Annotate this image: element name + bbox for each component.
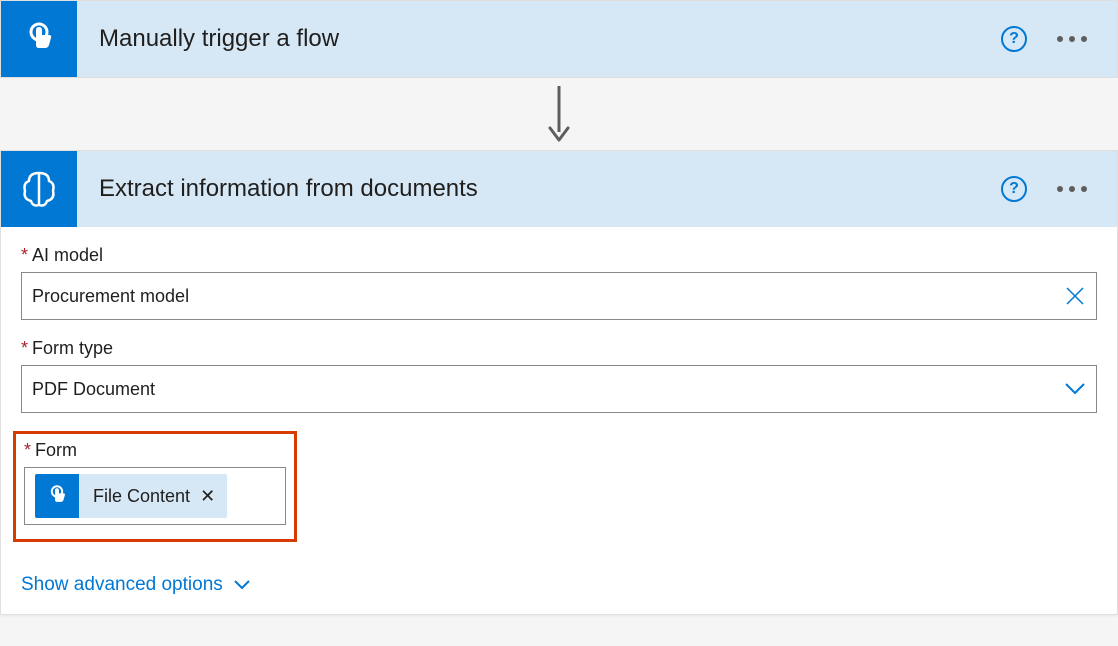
more-menu-icon[interactable]: [1053, 182, 1091, 196]
trigger-card: Manually trigger a flow ?: [0, 0, 1118, 78]
chevron-down-icon[interactable]: [1064, 382, 1086, 396]
ai-model-field: * AI model Procurement model: [21, 245, 1097, 320]
help-icon[interactable]: ?: [1001, 26, 1027, 52]
form-type-select[interactable]: PDF Document: [21, 365, 1097, 413]
flow-arrow: [0, 78, 1118, 150]
clear-icon[interactable]: [1064, 285, 1086, 307]
remove-token-icon[interactable]: ✕: [200, 486, 227, 507]
action-card: Extract information from documents ? * A…: [0, 150, 1118, 615]
form-type-field: * Form type PDF Document: [21, 338, 1097, 413]
ai-model-input[interactable]: Procurement model: [21, 272, 1097, 320]
trigger-title: Manually trigger a flow: [77, 25, 1001, 53]
touch-icon: [1, 1, 77, 77]
form-field-highlight: * Form File Content ✕: [13, 431, 297, 542]
form-type-label: * Form type: [21, 338, 1097, 359]
form-input[interactable]: File Content ✕: [24, 467, 286, 525]
ai-brain-icon: [1, 151, 77, 227]
chevron-down-icon: [233, 579, 251, 591]
file-content-token[interactable]: File Content ✕: [35, 474, 227, 518]
form-label: * Form: [24, 440, 286, 461]
more-menu-icon[interactable]: [1053, 32, 1091, 46]
show-advanced-options-link[interactable]: Show advanced options: [1, 568, 1117, 614]
action-header[interactable]: Extract information from documents ?: [1, 151, 1117, 227]
trigger-header[interactable]: Manually trigger a flow ?: [1, 1, 1117, 77]
help-icon[interactable]: ?: [1001, 176, 1027, 202]
touch-icon: [35, 474, 79, 518]
action-title: Extract information from documents: [77, 175, 1001, 203]
ai-model-label: * AI model: [21, 245, 1097, 266]
